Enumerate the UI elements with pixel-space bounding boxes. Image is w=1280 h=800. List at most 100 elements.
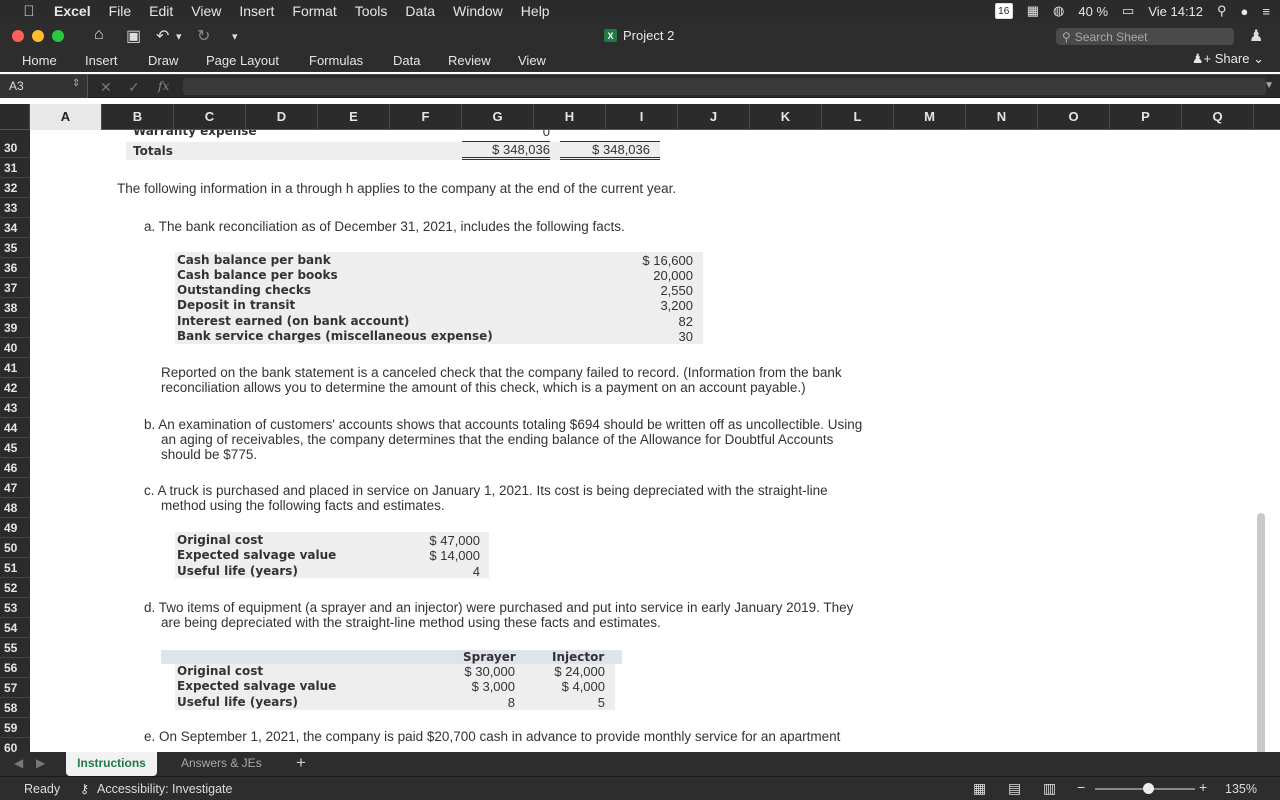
column-header-c[interactable]: C xyxy=(174,104,246,130)
row-header[interactable]: 42 xyxy=(0,378,30,398)
function-icon[interactable]: fx xyxy=(158,79,169,93)
column-header-j[interactable]: J xyxy=(678,104,750,130)
menu-help[interactable]: Help xyxy=(512,3,559,19)
row-header[interactable]: 59 xyxy=(0,718,30,738)
grid-status-icon[interactable]: ▦ xyxy=(1027,3,1039,19)
row-header[interactable]: 52 xyxy=(0,578,30,598)
menu-file[interactable]: File xyxy=(100,3,141,19)
sheet-tab-instructions[interactable]: Instructions xyxy=(66,752,157,776)
column-header-p[interactable]: P xyxy=(1110,104,1182,130)
row-header[interactable]: 34 xyxy=(0,218,30,238)
column-header-a[interactable]: A xyxy=(30,104,102,130)
column-header-e[interactable]: E xyxy=(318,104,390,130)
undo-dropdown-icon[interactable]: ▾ xyxy=(176,30,182,43)
row-header[interactable]: 53 xyxy=(0,598,30,618)
formula-input[interactable] xyxy=(183,78,1266,95)
select-all-corner[interactable] xyxy=(0,104,30,130)
tab-insert[interactable]: Insert xyxy=(85,53,118,68)
apple-icon[interactable]:  xyxy=(14,3,44,20)
tab-home[interactable]: Home xyxy=(22,53,57,68)
menu-view[interactable]: View xyxy=(182,3,230,19)
worksheet-grid[interactable]: Warranty expense 0 Totals $ 348,036 $ 34… xyxy=(30,130,1268,752)
row-header[interactable]: 50 xyxy=(0,538,30,558)
tab-formulas[interactable]: Formulas xyxy=(309,53,363,68)
name-box[interactable]: A3 ⇕ xyxy=(0,75,88,98)
battery-percent[interactable]: 40 % xyxy=(1078,4,1108,19)
row-header[interactable]: 54 xyxy=(0,618,30,638)
siri-icon[interactable]: ● xyxy=(1241,4,1249,19)
cancel-formula-icon[interactable]: ✕ xyxy=(100,79,112,96)
row-header[interactable]: 51 xyxy=(0,558,30,578)
row-header[interactable]: 31 xyxy=(0,158,30,178)
column-header-d[interactable]: D xyxy=(246,104,318,130)
row-header[interactable]: 44 xyxy=(0,418,30,438)
normal-view-icon[interactable]: ▦ xyxy=(973,780,986,797)
menu-edit[interactable]: Edit xyxy=(140,3,182,19)
column-header-l[interactable]: L xyxy=(822,104,894,130)
zoom-slider-thumb[interactable] xyxy=(1143,783,1154,794)
row-header[interactable]: 47 xyxy=(0,478,30,498)
row-header[interactable]: 43 xyxy=(0,398,30,418)
row-header[interactable]: 49 xyxy=(0,518,30,538)
row-header[interactable]: 41 xyxy=(0,358,30,378)
row-header[interactable]: 48 xyxy=(0,498,30,518)
tab-review[interactable]: Review xyxy=(448,53,491,68)
undo-icon[interactable]: ↶ xyxy=(156,26,169,46)
spotlight-search-icon[interactable]: ⚲ xyxy=(1217,3,1227,19)
previous-sheet-icon[interactable]: ◀ xyxy=(14,756,23,770)
column-header-o[interactable]: O xyxy=(1038,104,1110,130)
search-sheet-input[interactable]: ⚲ Search Sheet xyxy=(1056,28,1234,45)
add-sheet-icon[interactable]: + xyxy=(296,753,306,773)
row-header[interactable]: 60 xyxy=(0,738,30,752)
row-header[interactable]: 56 xyxy=(0,658,30,678)
row-header[interactable]: 57 xyxy=(0,678,30,698)
control-center-icon[interactable]: ≡ xyxy=(1262,4,1270,19)
row-header[interactable]: 45 xyxy=(0,438,30,458)
column-header-i[interactable]: I xyxy=(606,104,678,130)
tab-data[interactable]: Data xyxy=(393,53,420,68)
account-icon[interactable]: ♟ xyxy=(1249,26,1263,46)
row-header[interactable]: 39 xyxy=(0,318,30,338)
column-header-n[interactable]: N xyxy=(966,104,1038,130)
zoom-window-button[interactable] xyxy=(52,30,64,42)
vertical-scrollbar[interactable] xyxy=(1257,513,1265,752)
close-window-button[interactable] xyxy=(12,30,24,42)
share-button[interactable]: ♟+ Share ⌄ xyxy=(1192,51,1264,67)
tab-draw[interactable]: Draw xyxy=(148,53,178,68)
battery-icon[interactable]: ▭ xyxy=(1122,3,1134,19)
column-header-q[interactable]: Q xyxy=(1182,104,1254,130)
menu-window[interactable]: Window xyxy=(444,3,512,19)
wifi-icon[interactable]: ◍ xyxy=(1053,3,1064,19)
zoom-out-icon[interactable]: − xyxy=(1077,779,1085,795)
expand-formula-bar-icon[interactable]: ▼ xyxy=(1264,80,1274,91)
sheet-tab-answers[interactable]: Answers & JEs xyxy=(181,756,262,770)
row-header[interactable]: 40 xyxy=(0,338,30,358)
row-header[interactable]: 35 xyxy=(0,238,30,258)
row-header[interactable]: 46 xyxy=(0,458,30,478)
next-sheet-icon[interactable]: ▶ xyxy=(36,756,45,770)
column-header-f[interactable]: F xyxy=(390,104,462,130)
page-layout-view-icon[interactable]: ▤ xyxy=(1008,780,1021,797)
accessibility-status[interactable]: Accessibility: Investigate xyxy=(97,782,232,796)
customize-toolbar-icon[interactable]: ▾ xyxy=(232,30,238,43)
column-header-h[interactable]: H xyxy=(534,104,606,130)
redo-icon[interactable]: ↻ xyxy=(197,26,210,46)
zoom-level[interactable]: 135% xyxy=(1225,782,1257,796)
row-header[interactable]: 33 xyxy=(0,198,30,218)
confirm-formula-icon[interactable]: ✓ xyxy=(128,79,140,96)
row-header[interactable]: 30 xyxy=(0,138,30,158)
accessibility-icon[interactable]: ⚷ xyxy=(80,781,89,796)
menu-format[interactable]: Format xyxy=(283,3,345,19)
name-box-stepper-icon[interactable]: ⇕ xyxy=(72,78,80,89)
row-header[interactable]: 37 xyxy=(0,278,30,298)
menu-data[interactable]: Data xyxy=(396,3,444,19)
home-icon[interactable]: ⌂ xyxy=(94,26,104,44)
zoom-in-icon[interactable]: + xyxy=(1199,779,1207,795)
clock[interactable]: Vie 14:12 xyxy=(1148,4,1203,19)
column-header-k[interactable]: K xyxy=(750,104,822,130)
calendar-icon[interactable]: 16 xyxy=(994,3,1013,19)
tab-page-layout[interactable]: Page Layout xyxy=(206,53,279,68)
minimize-window-button[interactable] xyxy=(32,30,44,42)
column-header-g[interactable]: G xyxy=(462,104,534,130)
tab-view[interactable]: View xyxy=(518,53,546,68)
